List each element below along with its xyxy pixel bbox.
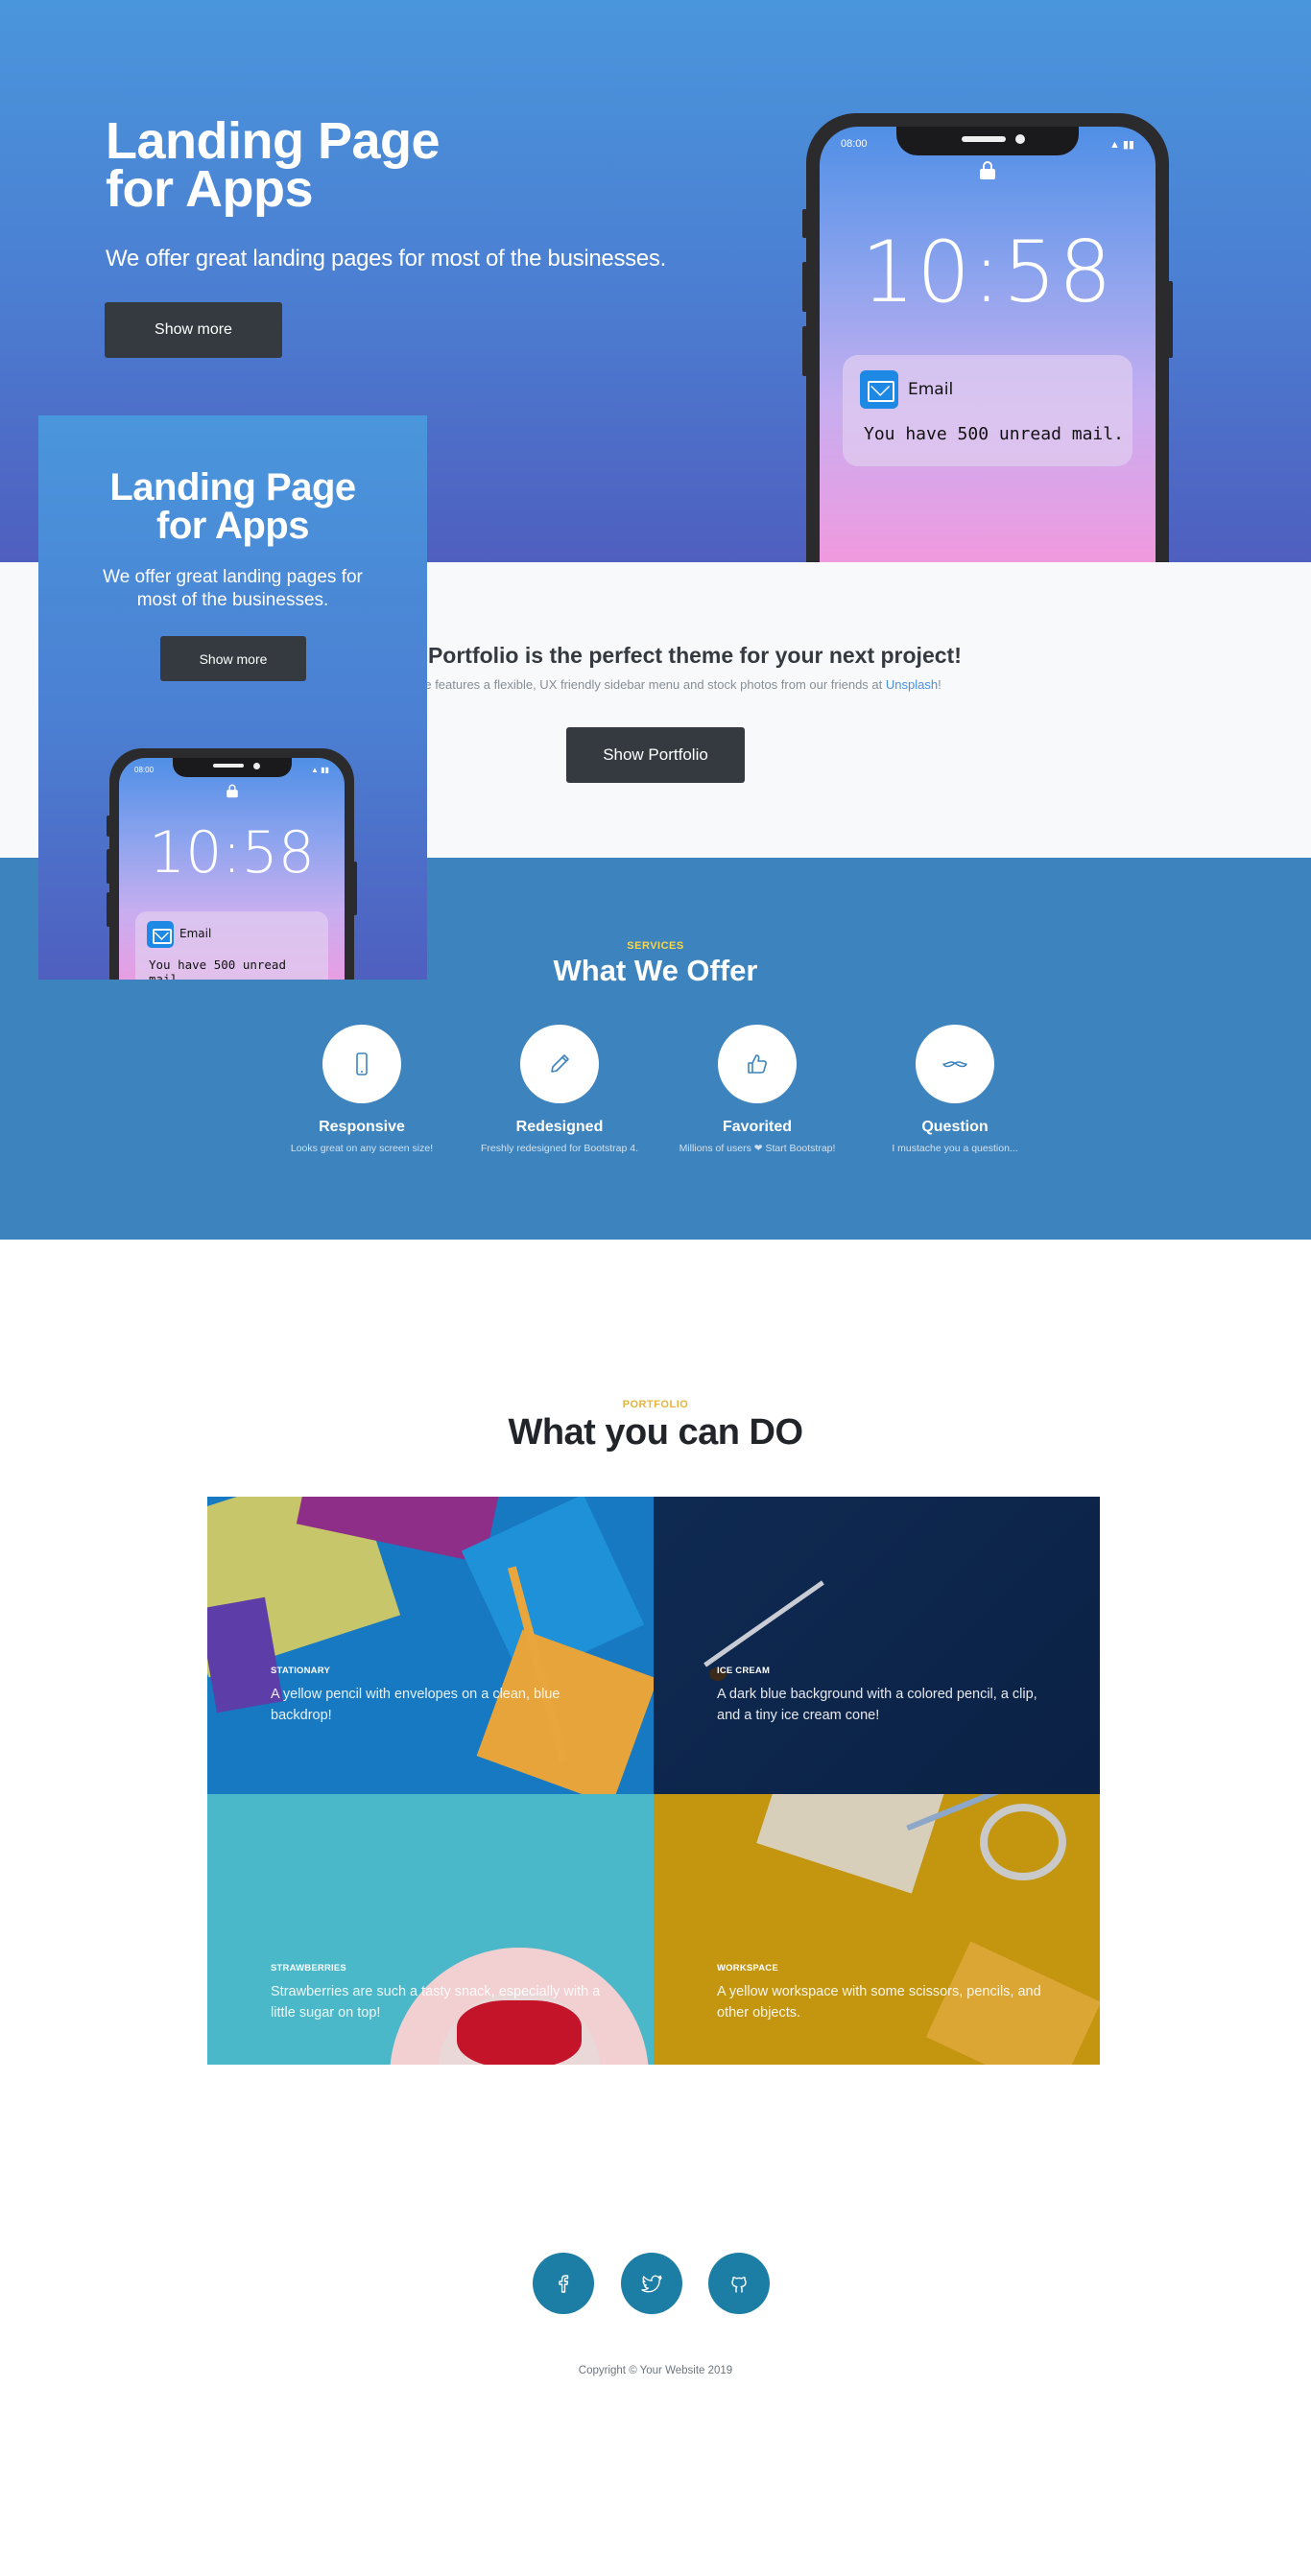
- preview-subtitle: We offer great landing pages for most of…: [103, 567, 363, 610]
- portfolio-kicker: PORTFOLIO: [622, 1399, 689, 1410]
- portfolio-item-ice-cream[interactable]: ICE CREAM A dark blue background with a …: [654, 1497, 1100, 1794]
- preview-phone-screen: 08:00 ▲ ▮▮ 10:58 Email You have 500 unre…: [119, 758, 345, 980]
- lock-screen-clock: 10:58: [149, 819, 315, 886]
- service-desc: Looks great on any screen size!: [290, 1143, 434, 1154]
- portfolio-item-workspace[interactable]: WORKSPACE A yellow workspace with some s…: [654, 1794, 1100, 2092]
- service-name: Responsive: [319, 1119, 405, 1135]
- notification-message: You have 500 unread mail.: [864, 424, 1124, 444]
- preview-title: Landing Page for Apps: [109, 466, 356, 547]
- wifi-battery-icon: ▲ ▮▮: [1108, 139, 1134, 151]
- service-desc: I mustache you a question...: [892, 1143, 1018, 1154]
- twitter-icon: [641, 2275, 662, 2293]
- service-name: Question: [921, 1119, 989, 1135]
- phone-side-button: [802, 209, 807, 238]
- service-desc: Freshly redesigned for Bootstrap 4.: [480, 1143, 638, 1154]
- portfolio-title: What you can DO: [508, 1412, 803, 1453]
- lock-screen-clock: 10:58: [861, 223, 1114, 321]
- phone-notch: [896, 127, 1079, 155]
- mail-icon: [860, 370, 898, 409]
- phone-side-button: [1168, 281, 1173, 358]
- service-name: Favorited: [722, 1119, 792, 1135]
- notification-message: You have 500 unread mail.: [149, 957, 286, 980]
- phone-notch: [172, 758, 292, 777]
- facebook-icon: [559, 2275, 569, 2293]
- phone-icon: [356, 1052, 368, 1075]
- github-button[interactable]: [708, 2253, 770, 2314]
- hero-subtitle: We offer great landing pages for most of…: [106, 246, 666, 272]
- phone-mockup: 08:00 ▲ ▮▮ 10:58 Email You have 500 unre…: [802, 113, 1173, 562]
- github-icon: [731, 2276, 747, 2293]
- pencil-image: [703, 1580, 824, 1667]
- unsplash-link[interactable]: Unsplash: [886, 677, 938, 692]
- scissors-image: [980, 1804, 1066, 1880]
- notification-app: Email: [179, 927, 212, 940]
- portfolio-caption: WORKSPACE A yellow workspace with some s…: [717, 1963, 1062, 2023]
- pencil-icon: [551, 1054, 569, 1073]
- phone-screen: 08:00 ▲ ▮▮ 10:58 Email You have 500 unre…: [820, 127, 1156, 562]
- service-item: Question I mustache you a question...: [856, 1025, 1054, 1154]
- portfolio-item-title: STRAWBERRIES: [271, 1963, 346, 1973]
- copyright-text: Copyright © Your Website 2019: [578, 2365, 733, 2376]
- preview-phone-mockup: 08:00 ▲ ▮▮ 10:58 Email You have 500 unre…: [107, 748, 357, 980]
- paper-image: [756, 1794, 944, 1894]
- notification-card: Email You have 500 unread mail.: [135, 911, 328, 980]
- thumbs-up-icon: [748, 1054, 767, 1074]
- service-icon-circle: [322, 1025, 401, 1103]
- mustache-icon: [942, 1061, 967, 1068]
- service-icon-circle: [718, 1025, 797, 1103]
- show-portfolio-button[interactable]: Show Portfolio: [566, 727, 745, 783]
- portfolio-item-text: A dark blue background with a colored pe…: [717, 1687, 1037, 1723]
- app-preview-card: Landing Page for Apps We offer great lan…: [38, 415, 427, 980]
- phone-side-button: [802, 326, 807, 376]
- service-item: Favorited Millions of users ❤ Start Boot…: [658, 1025, 856, 1154]
- service-desc: Millions of users ❤ Start Bootstrap!: [679, 1143, 836, 1154]
- portfolio-item-text: A yellow workspace with some scissors, p…: [717, 1984, 1041, 2021]
- portfolio-item-title: STATIONARY: [271, 1666, 330, 1676]
- preview-show-more-button[interactable]: Show more: [160, 636, 306, 681]
- phone-side-button: [107, 849, 110, 884]
- portfolio-item-title: WORKSPACE: [717, 1963, 778, 1973]
- service-name: Redesigned: [515, 1119, 604, 1135]
- phone-side-button: [353, 862, 357, 915]
- portfolio-item-strawberries[interactable]: STRAWBERRIES Strawberries are such a tas…: [207, 1794, 654, 2092]
- footer: Copyright © Your Website 2019: [0, 2065, 1311, 2576]
- show-more-button[interactable]: Show more: [105, 302, 282, 358]
- lock-icon: [980, 161, 995, 179]
- intro-text-body: This theme features a flexible, UX frien…: [369, 677, 886, 692]
- notification-card: Email You have 500 unread mail.: [843, 355, 1132, 466]
- portfolio-item-title: ICE CREAM: [717, 1666, 771, 1676]
- portfolio-caption: STATIONARY A yellow pencil with envelope…: [271, 1666, 616, 1726]
- portfolio-item-text: Strawberries are such a tasty snack, esp…: [271, 1984, 601, 2021]
- service-icon-circle: [916, 1025, 994, 1103]
- phone-side-button: [802, 262, 807, 312]
- phone-side-button: [107, 815, 110, 837]
- mail-icon: [147, 921, 174, 948]
- portfolio-item-stationary[interactable]: STATIONARY A yellow pencil with envelope…: [207, 1497, 654, 1794]
- portfolio-section: PORTFOLIO What you can DO STATIONARY A y…: [0, 1240, 1311, 2092]
- service-item: Responsive Looks great on any screen siz…: [263, 1025, 461, 1154]
- status-time: 08:00: [134, 766, 155, 774]
- portfolio-caption: ICE CREAM A dark blue background with a …: [717, 1666, 1062, 1726]
- intro-text-end: !: [938, 677, 942, 692]
- lock-icon: [226, 784, 238, 798]
- twitter-button[interactable]: [621, 2253, 682, 2314]
- status-time: 08:00: [841, 138, 868, 150]
- hero-title: Landing Page for Apps: [106, 112, 441, 218]
- service-icon-circle: [520, 1025, 599, 1103]
- portfolio-caption: STRAWBERRIES Strawberries are such a tas…: [271, 1963, 616, 2023]
- wifi-battery-icon: ▲ ▮▮: [311, 766, 329, 774]
- portfolio-item-text: A yellow pencil with envelopes on a clea…: [271, 1687, 560, 1723]
- phone-side-button: [107, 892, 110, 927]
- facebook-button[interactable]: [533, 2253, 594, 2314]
- service-item: Redesigned Freshly redesigned for Bootst…: [461, 1025, 658, 1154]
- notification-app: Email: [908, 380, 954, 399]
